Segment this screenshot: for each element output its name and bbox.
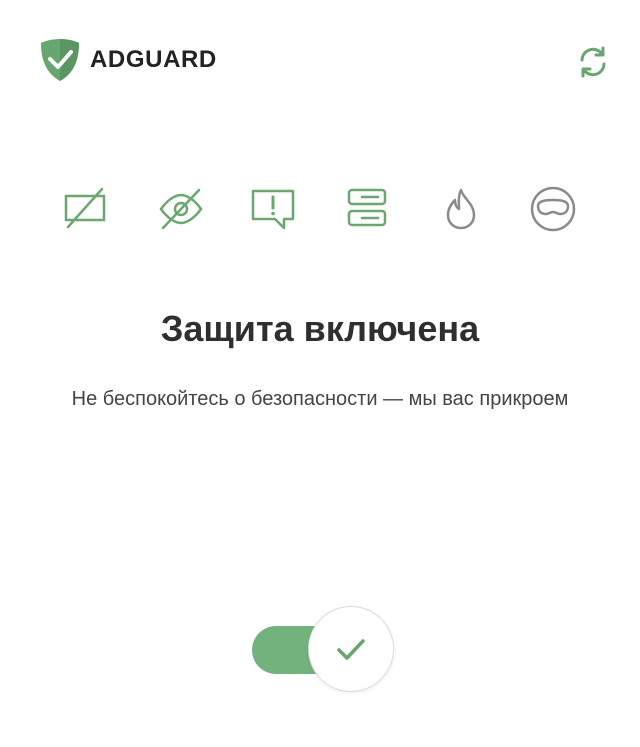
protection-features: [0, 184, 640, 234]
adguard-logo: ADGUARD: [40, 38, 217, 82]
annoyance-block-icon: [251, 189, 295, 230]
feature-tracking-block[interactable]: [156, 184, 206, 234]
check-icon: [337, 639, 365, 660]
protection-toggle[interactable]: [250, 606, 396, 692]
protection-status-title: Защита включена: [160, 308, 480, 349]
protection-status-subtitle: Не беспокойтесь о безопасности — мы вас …: [71, 388, 569, 410]
feature-phishing-protection[interactable]: [436, 184, 486, 234]
brand-name: ADGUARD: [90, 46, 217, 73]
refresh-button[interactable]: [574, 43, 612, 81]
dns-filter-icon: [347, 188, 387, 227]
feature-ad-block[interactable]: [60, 184, 110, 234]
phishing-protection-icon: [446, 188, 476, 230]
header: ADGUARD: [0, 0, 640, 120]
stealth-mode-icon: [530, 186, 576, 232]
refresh-icon: [580, 46, 606, 78]
feature-stealth-mode[interactable]: [528, 184, 578, 234]
ad-block-icon: [64, 187, 106, 229]
feature-dns-filter[interactable]: [342, 184, 392, 234]
shield-check-icon: [41, 39, 79, 81]
tracking-block-icon: [159, 188, 203, 230]
toggle-knob[interactable]: [308, 606, 394, 692]
feature-annoyance-block[interactable]: [248, 184, 298, 234]
